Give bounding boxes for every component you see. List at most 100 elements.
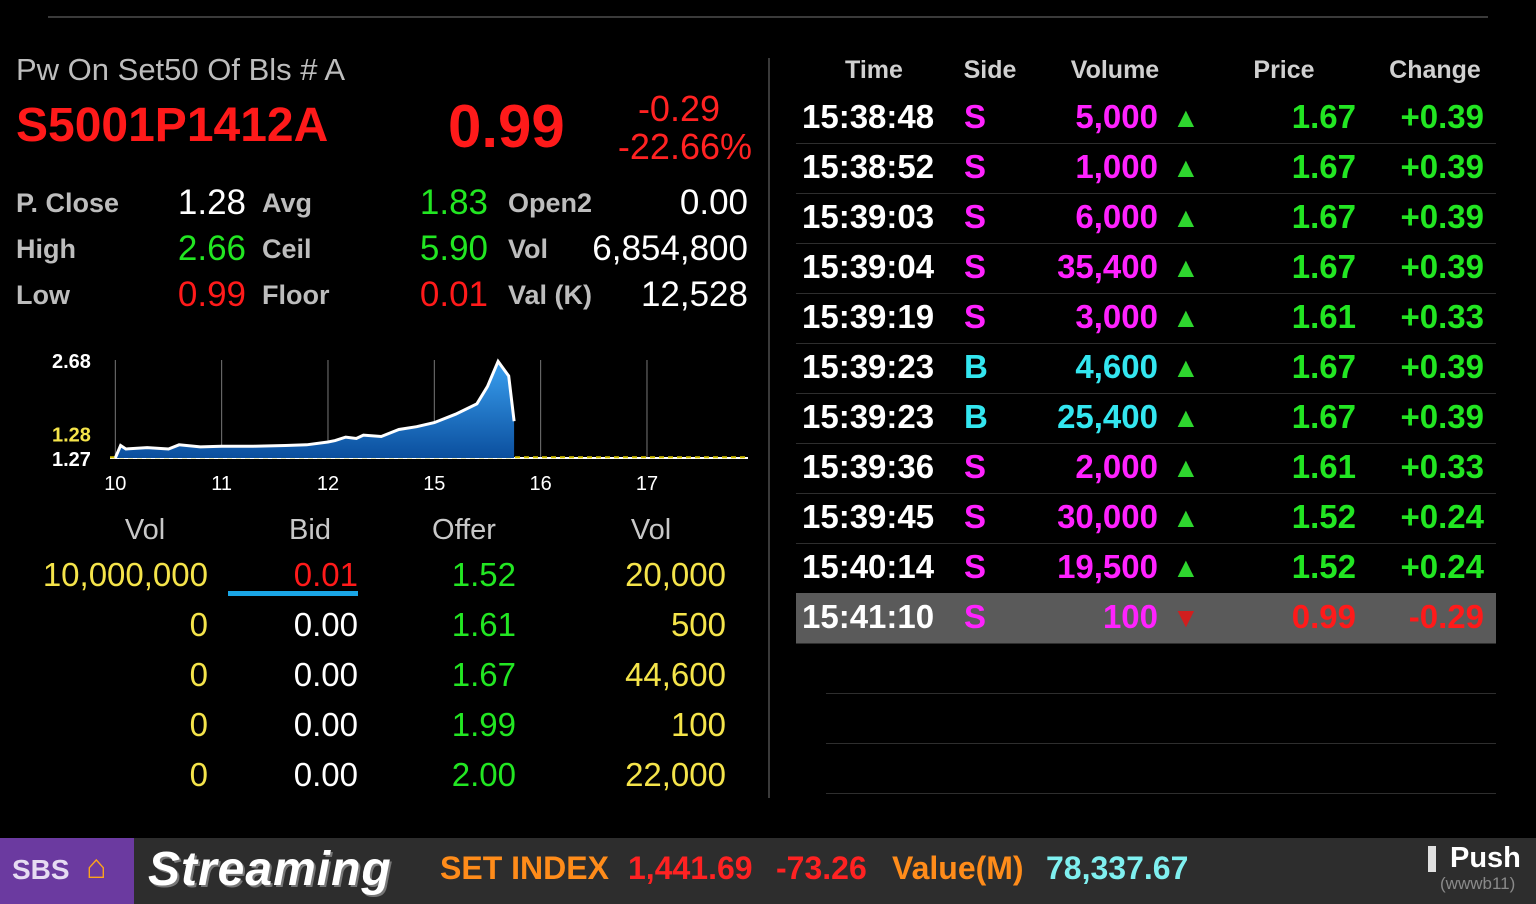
- tick-price: 1.67: [1291, 148, 1356, 185]
- arrow-up-icon: ▲: [1172, 452, 1200, 483]
- offer-price[interactable]: 2.00: [400, 756, 516, 794]
- p-close-label: P. Close: [16, 188, 120, 218]
- bid-volume[interactable]: 0: [20, 706, 208, 744]
- tick-row[interactable]: 15:38:52 S 1,000 ▲ 1.67 +0.39: [796, 143, 1496, 194]
- x-tick-label: 12: [317, 473, 339, 495]
- tick-row[interactable]: 15:39:23 B 25,400 ▲ 1.67 +0.39: [796, 393, 1496, 444]
- bid-price[interactable]: 0.00: [230, 606, 358, 644]
- tick-price: 1.52: [1291, 498, 1356, 535]
- tick-time: 15:39:03: [802, 198, 935, 235]
- tick-price: 1.67: [1291, 248, 1356, 285]
- arrow-up-icon: ▲: [1172, 102, 1200, 133]
- bid-vol-header: Vol: [124, 514, 166, 546]
- tick-side: S: [964, 298, 987, 335]
- tick-price: 1.61: [1291, 448, 1356, 485]
- tick-row[interactable]: 15:39:19 S 3,000 ▲ 1.61 +0.33: [796, 293, 1496, 344]
- tick-change: +0.24: [1400, 548, 1485, 585]
- table-row-divider: [826, 743, 1496, 744]
- set-index-value: 1,441.69: [628, 850, 753, 886]
- bid-volume[interactable]: 0: [20, 656, 208, 694]
- arrow-up-icon: ▲: [1172, 502, 1200, 533]
- offer-header: Offer: [432, 514, 496, 546]
- tick-row[interactable]: 15:41:10 S 100 ▼ 0.99 -0.29: [796, 593, 1496, 644]
- y-axis-label: 1.28: [52, 424, 91, 446]
- tick-time: 15:40:14: [802, 548, 935, 585]
- tick-price: 0.99: [1291, 598, 1356, 635]
- bid-price[interactable]: 0.00: [230, 656, 358, 694]
- tick-side: S: [964, 498, 987, 535]
- offer-price[interactable]: 1.67: [400, 656, 516, 694]
- tick-volume: 5,000: [1075, 98, 1158, 135]
- x-tick-label: 15: [423, 473, 445, 495]
- offer-volume[interactable]: 20,000: [560, 556, 726, 594]
- tick-change: +0.39: [1400, 198, 1485, 235]
- tick-row[interactable]: 15:39:04 S 35,400 ▲ 1.67 +0.39: [796, 243, 1496, 294]
- tick-price: 1.67: [1291, 348, 1356, 385]
- value-amount: 78,337.67: [1046, 850, 1189, 886]
- high-value: 2.66: [177, 229, 246, 268]
- bid-price[interactable]: 0.00: [230, 706, 358, 744]
- tick-change: +0.24: [1400, 498, 1485, 535]
- tick-row[interactable]: 15:39:03 S 6,000 ▲ 1.67 +0.39: [796, 193, 1496, 244]
- tick-time: 15:38:52: [802, 148, 935, 185]
- offer-volume[interactable]: 500: [560, 606, 726, 644]
- offer-price[interactable]: 1.61: [400, 606, 516, 644]
- bid-price[interactable]: 0.01: [230, 556, 358, 594]
- arrow-up-icon: ▲: [1172, 252, 1200, 283]
- tick-row[interactable]: 15:39:36 S 2,000 ▲ 1.61 +0.33: [796, 443, 1496, 494]
- tick-change: -0.29: [1408, 598, 1484, 635]
- change-header: Change: [1389, 56, 1481, 84]
- tick-change: +0.39: [1400, 348, 1485, 385]
- offer-volume[interactable]: 44,600: [560, 656, 726, 694]
- bid-price[interactable]: 0.00: [230, 756, 358, 794]
- tick-row[interactable]: 15:40:14 S 19,500 ▲ 1.52 +0.24: [796, 543, 1496, 594]
- tick-side: S: [964, 598, 987, 635]
- tick-row[interactable]: 15:38:48 S 5,000 ▲ 1.67 +0.39: [796, 93, 1496, 144]
- tick-volume: 4,600: [1075, 348, 1158, 385]
- broker-logo[interactable]: SBS ⌂: [0, 838, 134, 904]
- tick-row[interactable]: 15:39:23 B 4,600 ▲ 1.67 +0.39: [796, 343, 1496, 394]
- tick-change: +0.39: [1400, 98, 1485, 135]
- tick-time: 15:39:45: [802, 498, 935, 535]
- y-axis-label: 1.27: [52, 449, 91, 471]
- tick-time: 15:39:36: [802, 448, 935, 485]
- table-row-divider: [826, 693, 1496, 694]
- tick-volume: 1,000: [1075, 148, 1158, 185]
- tick-time: 15:39:23: [802, 348, 935, 385]
- offer-volume[interactable]: 22,000: [560, 756, 726, 794]
- bid-volume[interactable]: 10,000,000: [20, 556, 208, 594]
- offer-vol-header: Vol: [630, 514, 672, 546]
- floor-label: Floor: [262, 280, 330, 310]
- low-label: Low: [16, 280, 70, 310]
- tick-time: 15:39:23: [802, 398, 935, 435]
- vol-label: Vol: [508, 234, 548, 264]
- ceil-label: Ceil: [262, 234, 312, 264]
- tick-change: +0.39: [1400, 398, 1485, 435]
- top-divider: [48, 16, 1488, 18]
- value-label: Value(M): [892, 850, 1024, 886]
- tick-side: S: [964, 448, 987, 485]
- tick-volume: 35,400: [1057, 248, 1158, 285]
- tick-row[interactable]: 15:39:45 S 30,000 ▲ 1.52 +0.24: [796, 493, 1496, 544]
- offer-price[interactable]: 1.99: [400, 706, 516, 744]
- arrow-down-icon: ▼: [1172, 602, 1200, 633]
- offer-volume[interactable]: 100: [560, 706, 726, 744]
- vol-value: 6,854,800: [592, 229, 748, 268]
- tick-price: 1.61: [1291, 298, 1356, 335]
- push-label[interactable]: Push: [1450, 842, 1521, 875]
- tick-price: 1.52: [1291, 548, 1356, 585]
- push-id: (wwwb11): [1440, 874, 1516, 893]
- ceil-value: 5.90: [419, 229, 488, 268]
- volume-header: Volume: [1070, 56, 1160, 84]
- streaming-brand: Streaming: [148, 843, 392, 896]
- p-close-value: 1.28: [177, 183, 246, 222]
- bid-volume[interactable]: 0: [20, 606, 208, 644]
- offer-price[interactable]: 1.52: [400, 556, 516, 594]
- tick-time: 15:39:19: [802, 298, 935, 335]
- bid-volume[interactable]: 0: [20, 756, 208, 794]
- security-symbol[interactable]: S5001P1412A: [16, 98, 328, 153]
- table-row-divider: [826, 793, 1496, 794]
- tick-side: B: [964, 398, 988, 435]
- tick-volume: 6,000: [1075, 198, 1158, 235]
- tick-volume: 19,500: [1057, 548, 1158, 585]
